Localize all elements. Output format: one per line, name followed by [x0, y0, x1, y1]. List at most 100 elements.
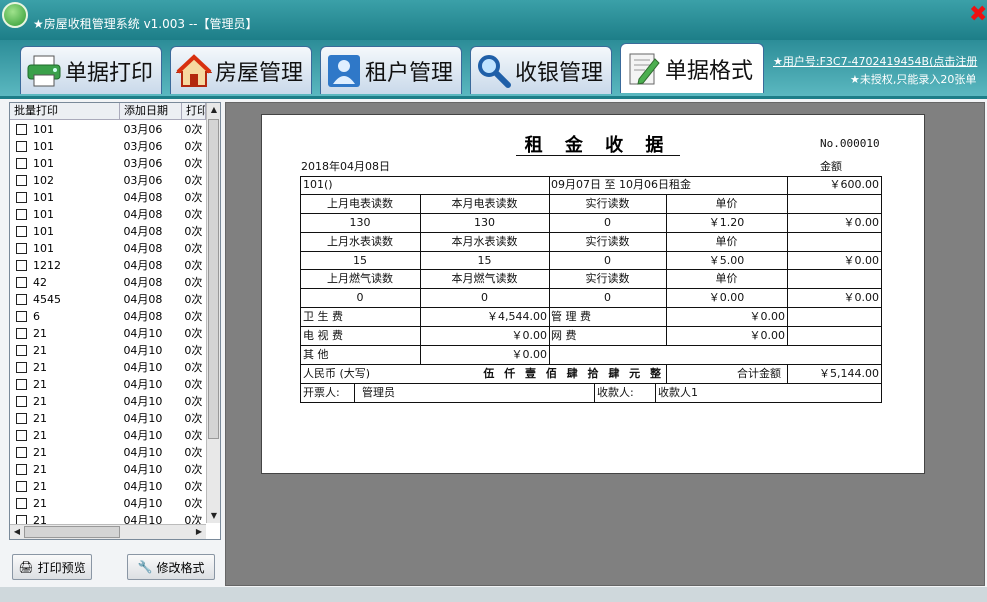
- water-cur-label: 本月水表读数: [451, 235, 518, 248]
- list-item[interactable]: 21 04月10 0次: [10, 427, 206, 444]
- list-item[interactable]: 21 04月10 0次: [10, 444, 206, 461]
- column-batch-print[interactable]: 批量打印: [10, 103, 120, 119]
- room-name: 21: [33, 480, 47, 493]
- edit-format-button[interactable]: 🔧 修改格式: [127, 554, 215, 580]
- add-date: 04月08: [123, 225, 163, 238]
- horizontal-scrollbar[interactable]: ◀ ▶: [10, 524, 206, 539]
- room-name: 21: [33, 344, 47, 357]
- list-item[interactable]: 42 04月08 0次: [10, 274, 206, 291]
- list-item[interactable]: 101 03月06 0次: [10, 155, 206, 172]
- scroll-left-icon[interactable]: ◀: [10, 525, 24, 539]
- other-label: 其 他: [303, 348, 329, 361]
- list-item[interactable]: 101 04月08 0次: [10, 189, 206, 206]
- row-checkbox[interactable]: [16, 430, 27, 441]
- row-checkbox[interactable]: [16, 345, 27, 356]
- add-date: 04月10: [123, 429, 163, 442]
- water-actual-cell: 0: [604, 254, 611, 267]
- room-name: 21: [33, 378, 47, 391]
- gas-prev-label: 上月燃气读数: [327, 272, 393, 285]
- gas-prev-cell: 0: [356, 291, 364, 304]
- tab-receipt-format[interactable]: 单据格式: [620, 43, 764, 93]
- row-checkbox[interactable]: [16, 413, 27, 424]
- row-checkbox[interactable]: [16, 175, 27, 186]
- list-item[interactable]: 101 04月08 0次: [10, 240, 206, 257]
- row-checkbox[interactable]: [16, 226, 27, 237]
- receipt-page: 租 金 收 据 No.000010 2018年04月08日 金额 101() 0…: [261, 114, 925, 474]
- list-item[interactable]: 101 04月08 0次: [10, 206, 206, 223]
- add-date: 03月06: [123, 157, 163, 170]
- column-print-count[interactable]: 打印: [182, 103, 206, 119]
- list-item[interactable]: 101 03月06 0次: [10, 138, 206, 155]
- scroll-thumb[interactable]: [208, 119, 219, 439]
- list-item[interactable]: 21 04月10 0次: [10, 495, 206, 512]
- app-title: ★房屋收租管理系统 v1.003 --【管理员】: [33, 17, 258, 31]
- elec-actual-cell: 0: [604, 216, 611, 229]
- row-checkbox[interactable]: [16, 243, 27, 254]
- print-count: 0次: [184, 157, 203, 170]
- row-checkbox[interactable]: [16, 141, 27, 152]
- print-count: 0次: [184, 446, 203, 459]
- list-item[interactable]: 21 04月10 0次: [10, 461, 206, 478]
- row-checkbox[interactable]: [16, 362, 27, 373]
- list-item[interactable]: 4545 04月08 0次: [10, 291, 206, 308]
- add-date: 03月06: [123, 140, 163, 153]
- row-checkbox[interactable]: [16, 124, 27, 135]
- tab-house-management[interactable]: 房屋管理: [170, 46, 312, 94]
- scroll-thumb-horizontal[interactable]: [24, 526, 120, 538]
- row-checkbox[interactable]: [16, 328, 27, 339]
- tab-bar: 单据打印 房屋管理 租户管理 收银管理 单据格式 ★用户号:F3C7-47024…: [0, 40, 987, 96]
- register-link[interactable]: ★用户号:F3C7-4702419454B(点击注册: [773, 53, 977, 69]
- scroll-down-icon[interactable]: ▼: [207, 509, 221, 523]
- row-checkbox[interactable]: [16, 498, 27, 509]
- row-checkbox[interactable]: [16, 464, 27, 475]
- magnifier-icon: [475, 52, 513, 90]
- list-item[interactable]: 6 04月08 0次: [10, 308, 206, 325]
- print-count: 0次: [184, 140, 203, 153]
- list-item[interactable]: 21 04月10 0次: [10, 478, 206, 495]
- room-name: 6: [33, 310, 40, 323]
- print-count: 0次: [184, 327, 203, 340]
- scroll-up-icon[interactable]: ▲: [207, 103, 221, 117]
- gas-price-label: 单价: [715, 272, 738, 285]
- list-item[interactable]: 21 04月10 0次: [10, 393, 206, 410]
- row-checkbox[interactable]: [16, 379, 27, 390]
- list-item[interactable]: 21 04月10 0次: [10, 359, 206, 376]
- list-item[interactable]: 21 04月10 0次: [10, 342, 206, 359]
- list-item[interactable]: 101 03月06 0次: [10, 121, 206, 138]
- row-checkbox[interactable]: [16, 277, 27, 288]
- room-name: 21: [33, 429, 47, 442]
- list-item[interactable]: 1212 04月08 0次: [10, 257, 206, 274]
- add-date: 04月08: [123, 208, 163, 221]
- tab-receipt-print[interactable]: 单据打印: [20, 46, 162, 94]
- list-item[interactable]: 102 03月06 0次: [10, 172, 206, 189]
- row-checkbox[interactable]: [16, 260, 27, 271]
- tab-label: 单据格式: [665, 58, 754, 84]
- edit-document-icon: [625, 50, 663, 88]
- scroll-right-icon[interactable]: ▶: [192, 525, 206, 539]
- row-checkbox[interactable]: [16, 396, 27, 407]
- vertical-scrollbar[interactable]: ▲ ▼: [206, 103, 220, 523]
- row-checkbox[interactable]: [16, 158, 27, 169]
- tab-label: 单据打印: [65, 60, 154, 86]
- list-item[interactable]: 21 04月10 0次: [10, 410, 206, 427]
- tab-label: 收银管理: [515, 60, 604, 86]
- tab-tenant-management[interactable]: 租户管理: [320, 46, 462, 94]
- list-item[interactable]: 21 04月10 0次: [10, 325, 206, 342]
- row-checkbox[interactable]: [16, 192, 27, 203]
- tv-label: 电 视 费: [303, 329, 343, 342]
- tab-cashier-management[interactable]: 收银管理: [470, 46, 612, 94]
- close-button[interactable]: ✖: [969, 4, 987, 26]
- row-checkbox[interactable]: [16, 209, 27, 220]
- row-checkbox[interactable]: [16, 294, 27, 305]
- row-checkbox[interactable]: [16, 481, 27, 492]
- add-date: 04月10: [123, 378, 163, 391]
- row-checkbox[interactable]: [16, 447, 27, 458]
- list-item[interactable]: 101 04月08 0次: [10, 223, 206, 240]
- print-preview-button[interactable]: 🖨 打印预览: [12, 554, 92, 580]
- home-icon[interactable]: [2, 2, 28, 28]
- printer-icon: 🖨: [18, 560, 34, 574]
- print-count: 0次: [184, 361, 203, 374]
- column-add-date[interactable]: 添加日期: [120, 103, 182, 119]
- list-item[interactable]: 21 04月10 0次: [10, 376, 206, 393]
- row-checkbox[interactable]: [16, 311, 27, 322]
